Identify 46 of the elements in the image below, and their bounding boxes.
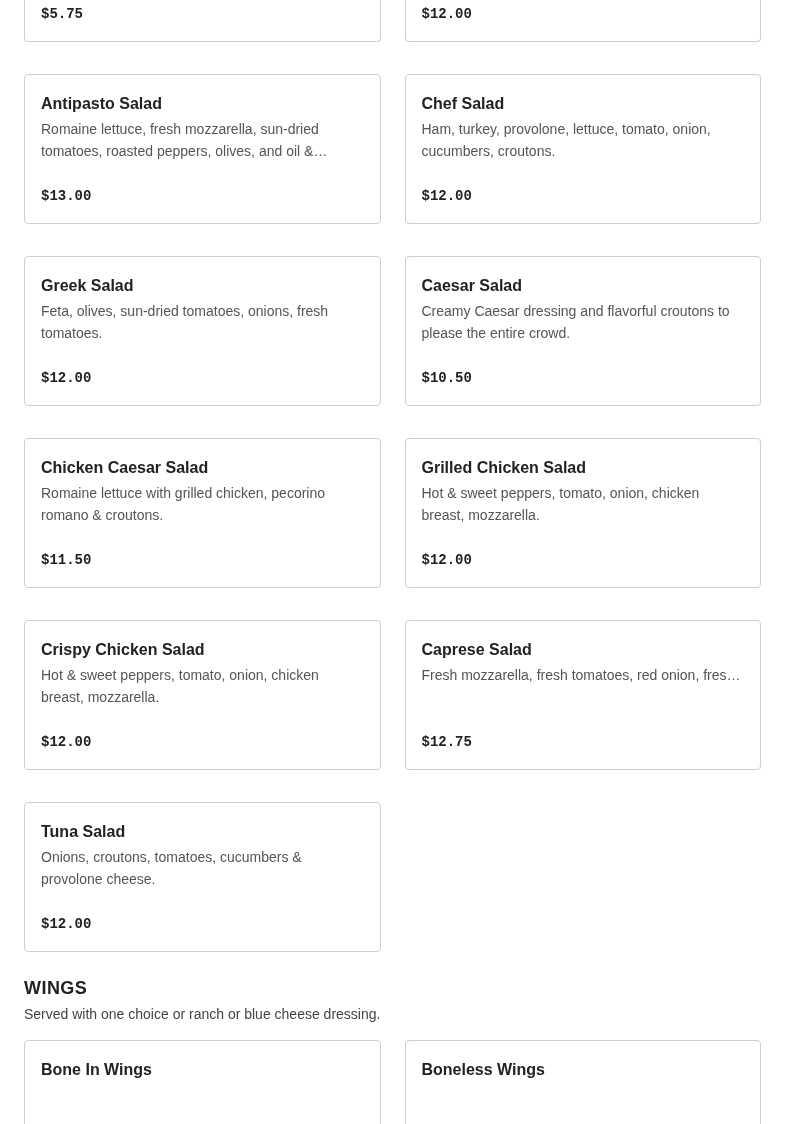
item-price: $12.00 <box>421 551 473 570</box>
item-name: Crispy Chicken Salad <box>41 640 206 660</box>
item-name: Bone In Wings <box>41 1060 153 1080</box>
section-description: Served with one choice or ranch or blue cheese dressing. <box>24 1005 382 1024</box>
item-price: $12.00 <box>41 733 93 752</box>
item-name: Caprese Salad <box>421 640 533 660</box>
menu-card[interactable]: $12.00 <box>404 0 761 42</box>
item-name: Boneless Wings <box>421 1060 546 1080</box>
item-description: Hot & sweet peppers, tomato, onion, chicken breast, mozzarella. <box>421 484 701 525</box>
menu-card[interactable]: Chef Salad Ham, turkey, provolone, lettuce, tomato, onion, cucumbers, croutons. $12.00 <box>404 74 761 224</box>
menu-card[interactable]: Tuna Salad Onions, croutons, tomatoes, cucumbers & provolone cheese. $12.00 <box>24 802 381 952</box>
item-name: Caesar Salad <box>421 276 523 296</box>
menu-card[interactable]: Crispy Chicken Salad Hot & sweet peppers, tomato, onion, chicken breast, mozzarella. $12.00 <box>24 620 381 770</box>
menu-card[interactable]: Chicken Caesar Salad Romaine lettuce with grilled chicken, pecorino romano & croutons. $11.50 <box>24 438 381 588</box>
item-price: $5.75 <box>41 5 84 24</box>
item-price: $10.50 <box>421 369 473 388</box>
item-price: $12.75 <box>421 733 473 752</box>
item-description: Hot & sweet peppers, tomato, onion, chicken breast, mozzarella. <box>41 666 320 707</box>
item-description: Romaine lettuce with grilled chicken, pecorino romano & croutons. <box>41 484 327 525</box>
item-description: Onions, croutons, tomatoes, cucumbers & provolone cheese. <box>41 848 303 889</box>
item-name: Grilled Chicken Salad <box>421 458 587 478</box>
item-description: Creamy Caesar dressing and flavorful croutons to please the entire crowd. <box>421 302 731 343</box>
item-description: Fresh mozzarella, fresh tomatoes, red onion, fres… <box>421 666 742 685</box>
item-price: $12.00 <box>421 5 473 24</box>
item-description: Romaine lettuce, fresh mozzarella, sun-dried tomatoes, roasted peppers, olives, and oil &… <box>41 120 329 161</box>
menu-card[interactable]: Grilled Chicken Salad Hot & sweet peppers, tomato, onion, chicken breast, mozzarella. $12.00 <box>404 438 761 588</box>
menu-card[interactable]: Greek Salad Feta, olives, sun-dried tomatoes, onions, fresh tomatoes. $12.00 <box>24 256 381 406</box>
item-name: Antipasto Salad <box>41 94 163 114</box>
menu-card[interactable]: $5.75 <box>24 0 381 42</box>
item-name: Chicken Caesar Salad <box>41 458 210 478</box>
item-description: Feta, olives, sun-dried tomatoes, onions, fresh tomatoes. <box>41 302 330 343</box>
section-heading: WINGS <box>24 977 89 1000</box>
item-price: $12.00 <box>41 369 93 388</box>
menu-card[interactable]: Caesar Salad Creamy Caesar dressing and flavorful croutons to please the entire crowd. $10.50 <box>404 256 761 406</box>
menu-card[interactable]: Antipasto Salad Romaine lettuce, fresh mozzarella, sun-dried tomatoes, roasted peppers, olives, and oil &… $13.00 <box>24 74 381 224</box>
item-price: $11.50 <box>41 551 93 570</box>
menu-card[interactable]: Caprese Salad Fresh mozzarella, fresh tomatoes, red onion, fres… $12.75 <box>404 620 761 770</box>
menu-card[interactable]: Boneless Wings <box>404 1040 761 1124</box>
item-name: Tuna Salad <box>41 822 127 842</box>
menu-card[interactable]: Bone In Wings <box>24 1040 381 1124</box>
item-price: $13.00 <box>41 187 93 206</box>
item-name: Greek Salad <box>41 276 135 296</box>
item-name: Chef Salad <box>421 94 506 114</box>
item-description: Ham, turkey, provolone, lettuce, tomato, onion, cucumbers, croutons. <box>421 120 712 161</box>
item-price: $12.00 <box>41 915 93 934</box>
item-price: $12.00 <box>421 187 473 206</box>
